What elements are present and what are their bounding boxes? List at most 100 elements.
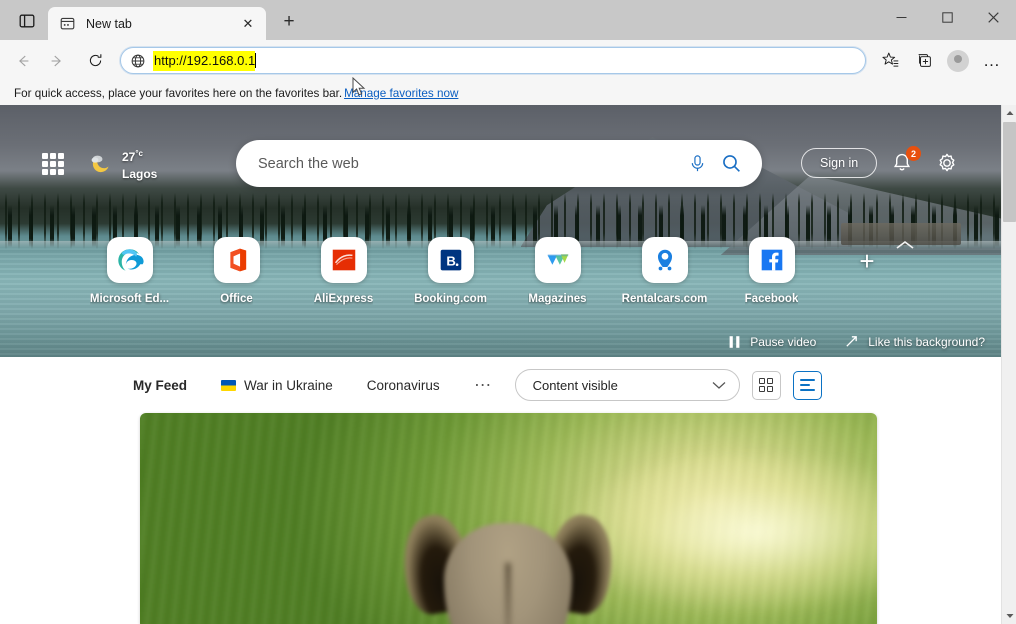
maximize-button[interactable] (924, 0, 970, 34)
tile-label: Office (220, 293, 253, 305)
pause-icon (729, 335, 740, 348)
address-bar-text-wrap: http://192.168.0.1 (153, 48, 857, 73)
web-search-box[interactable]: Search the web (236, 140, 762, 187)
favorites-bar: For quick access, place your favorites h… (0, 81, 1016, 105)
manage-favorites-link[interactable]: Manage favorites now (344, 87, 458, 100)
animal-head (444, 523, 572, 624)
scroll-up-arrow[interactable] (1002, 105, 1016, 121)
content-visibility-select[interactable]: Content visible (514, 369, 740, 401)
address-bar[interactable]: http://192.168.0.1 (120, 47, 866, 74)
svg-text:B: B (446, 254, 455, 269)
pause-video-label: Pause video (750, 334, 817, 349)
search-icon[interactable] (714, 147, 748, 181)
avatar (947, 49, 969, 624)
weather-text: 27°c Lagos (122, 145, 157, 183)
like-background-button[interactable]: Like this background? (844, 334, 985, 349)
hero-background: 27°c Lagos Search the web Sign in 2 Micr… (0, 105, 1001, 357)
microphone-icon[interactable] (680, 147, 714, 181)
tab-title: New tab (86, 16, 132, 31)
new-tab-page: 27°c Lagos Search the web Sign in 2 Micr… (0, 105, 1016, 624)
close-icon[interactable]: ✕ (238, 14, 258, 34)
text-caret (255, 53, 257, 68)
close-window-button[interactable] (970, 0, 1016, 34)
minimize-button[interactable] (878, 0, 924, 34)
list-view-icon[interactable] (792, 370, 822, 400)
office-icon (213, 237, 260, 283)
edge-icon (106, 237, 153, 283)
tile-label: Microsoft Ed... (89, 293, 170, 305)
tab-new-tab[interactable]: New tab ✕ (48, 7, 266, 40)
aliexpress-icon (320, 237, 367, 283)
settings-and-more-button[interactable]: … (976, 46, 1008, 76)
magazines-icon (534, 237, 581, 283)
feed-tab-label: Coronavirus (366, 377, 440, 393)
feed-tab-label: My Feed (133, 377, 188, 393)
toolbar-right-actions: … (872, 46, 1008, 624)
feed-tab-label: War in Ukraine (244, 377, 333, 393)
tile-label: AliExpress (313, 293, 374, 305)
app-launcher-icon[interactable] (42, 153, 64, 175)
hero-bottom-controls: Pause video Like this background? (700, 334, 985, 349)
tile-label: Booking.com (414, 293, 487, 305)
chevron-down-icon (712, 378, 726, 393)
new-tab-button[interactable]: + (275, 8, 303, 36)
tile-booking[interactable]: B Booking.com (397, 237, 504, 305)
sign-in-button[interactable]: Sign in (801, 148, 878, 178)
search-input[interactable]: Search the web (258, 156, 680, 172)
quick-link-tiles: Microsoft Ed... Office AliExpress B Book… (0, 237, 1001, 305)
page-scrollbar[interactable] (1001, 105, 1016, 624)
pause-video-button[interactable]: Pause video (728, 335, 816, 349)
tab-strip: New tab ✕ + (0, 0, 303, 40)
moon-cloud-icon (88, 151, 114, 177)
new-tab-page-icon (60, 15, 77, 32)
tile-rentalcars[interactable]: Rentalcars.com (611, 237, 718, 305)
feed-tab-my-feed[interactable]: My Feed (133, 378, 187, 393)
hero-top-row: 27°c Lagos Search the web Sign in 2 (0, 138, 1001, 249)
content-visibility-value: Content visible (532, 377, 618, 393)
scrollbar-thumb[interactable] (1003, 122, 1016, 222)
tile-magazines[interactable]: Magazines (504, 237, 611, 305)
booking-icon: B (427, 237, 474, 283)
browser-window: New tab ✕ + http://192.168.0.1 … For qui… (0, 0, 1016, 624)
ukraine-flag-icon (221, 379, 237, 391)
favorites-hint-text: For quick access, place your favorites h… (14, 86, 343, 100)
collections-icon[interactable] (908, 46, 940, 76)
back-arrow-icon[interactable] (8, 46, 38, 76)
feed-tab-coronavirus[interactable]: Coronavirus (367, 378, 440, 393)
weather-location: Lagos (122, 167, 158, 181)
tile-label: Magazines (528, 293, 587, 305)
tile-office[interactable]: Office (183, 237, 290, 305)
tile-facebook[interactable]: Facebook (718, 237, 825, 305)
profile-avatar-icon[interactable] (942, 46, 974, 624)
feed-tab-war-in-ukraine[interactable]: War in Ukraine (221, 378, 333, 393)
tile-label: Rentalcars.com (621, 293, 708, 305)
feed-more-button[interactable]: … (474, 370, 493, 391)
globe-icon (127, 50, 149, 72)
grid-view-icon[interactable] (751, 370, 781, 400)
gear-icon[interactable] (935, 151, 961, 177)
notification-badge: 2 (906, 146, 921, 161)
like-background-label: Like this background? (868, 334, 985, 349)
rentalcars-icon (641, 237, 688, 283)
favorites-star-icon[interactable] (874, 46, 906, 76)
weather-temperature: 27°c (122, 149, 144, 164)
title-bar: New tab ✕ + (0, 0, 1016, 40)
tile-label: Facebook (744, 293, 799, 305)
scroll-down-arrow[interactable] (1002, 608, 1016, 624)
address-bar-input[interactable]: http://192.168.0.1 (153, 50, 256, 71)
facebook-icon (748, 237, 795, 283)
weather-widget[interactable]: 27°c Lagos (88, 145, 157, 183)
vertical-tabs-icon[interactable] (12, 6, 42, 36)
reload-icon[interactable] (80, 46, 110, 76)
notifications-button[interactable]: 2 (890, 146, 921, 177)
forward-arrow-icon[interactable] (42, 46, 72, 76)
expand-arrow-icon (846, 336, 858, 347)
tile-aliexpress[interactable]: AliExpress (290, 237, 397, 305)
add-tile-button[interactable]: + (847, 241, 887, 281)
animal-photo-subject (396, 479, 620, 624)
browser-toolbar: http://192.168.0.1 … (0, 40, 1016, 624)
feed-toolbar: My Feed War in Ukraine Coronavirus … Con… (0, 357, 1001, 413)
window-caption-buttons (878, 0, 1016, 34)
tile-microsoft-edge[interactable]: Microsoft Ed... (76, 237, 183, 305)
feed-card-image[interactable] (139, 413, 877, 624)
